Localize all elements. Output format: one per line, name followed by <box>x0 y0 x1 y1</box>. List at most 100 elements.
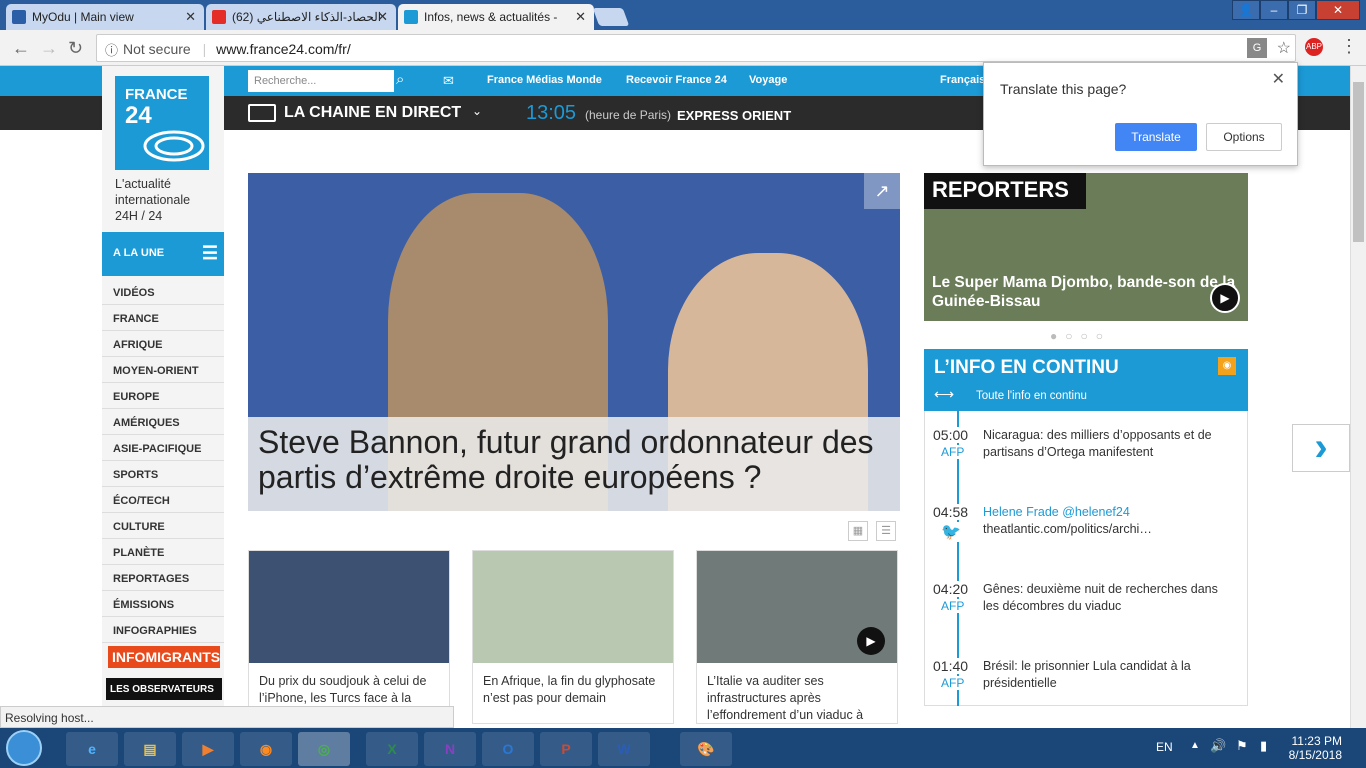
feed-text[interactable]: Helene Frade @helenef24 <box>983 504 1235 521</box>
infomigrants-logo[interactable]: INFOMIGRANTS <box>108 646 220 668</box>
translate-button[interactable]: Translate <box>1115 123 1197 151</box>
rss-icon[interactable]: ◉ <box>1218 357 1236 375</box>
list-view-icon[interactable]: ☰ <box>876 521 896 541</box>
sidebar-menu-item[interactable]: SPORTS <box>102 461 224 487</box>
share-icon[interactable]: ↗ <box>864 173 900 209</box>
sidebar-menu-item[interactable]: MOYEN-ORIENT <box>102 357 224 383</box>
mail-icon[interactable]: ✉ <box>443 73 454 89</box>
link-francais[interactable]: Français <box>940 74 985 86</box>
news-feed: 05:00 AFP Nicaragua: des milliers d’oppo… <box>924 411 1248 706</box>
tray-up-icon[interactable]: ▲ <box>1190 740 1200 751</box>
program-name[interactable]: EXPRESS ORIENT <box>677 108 791 123</box>
sidebar-menu-item[interactable]: ÉMISSIONS <box>102 591 224 617</box>
search-icon[interactable]: ⌕ <box>396 71 404 88</box>
info-continu-link[interactable]: Toute l'info en continu <box>976 390 1087 402</box>
twitter-icon: 🐦 <box>941 522 961 542</box>
ie-icon[interactable]: e <box>66 732 118 766</box>
clock[interactable]: 11:23 PM 8/15/2018 <box>1282 734 1342 762</box>
grid-view-icon[interactable]: ▦ <box>848 521 868 541</box>
firefox-icon[interactable]: ◉ <box>240 732 292 766</box>
outlook-icon[interactable]: O <box>482 732 534 766</box>
start-button[interactable] <box>6 730 42 766</box>
feed-text[interactable]: Nicaragua: des milliers d’opposants et d… <box>983 427 1235 461</box>
link-france-medias-monde[interactable]: France Médias Monde <box>487 74 602 86</box>
article-card[interactable]: Du prix du soudjouk à celui de l’iPhone,… <box>248 550 450 724</box>
excel-icon[interactable]: X <box>366 732 418 766</box>
article-title[interactable]: En Afrique, la fin du glyphosate n’est p… <box>473 663 673 707</box>
tab-myodu[interactable]: MyOdu | Main view ✕ <box>6 4 204 30</box>
chevron-down-icon[interactable]: ⌄ <box>472 104 482 118</box>
feed-text[interactable]: Brésil: le prisonnier Lula candidat à la… <box>983 658 1235 692</box>
close-icon[interactable]: ✕ <box>1272 69 1285 89</box>
article-title[interactable]: L’Italie va auditer ses infrastructures … <box>697 663 897 724</box>
sidebar-menu-item[interactable]: VIDÉOS <box>102 279 224 305</box>
next-arrow-button[interactable]: › <box>1292 424 1350 472</box>
hero-title[interactable]: Steve Bannon, futur grand ordonnateur de… <box>248 417 900 511</box>
close-tab-icon[interactable]: ✕ <box>185 9 196 25</box>
forward-arrow-icon[interactable]: → <box>40 38 58 59</box>
play-icon[interactable]: ▶ <box>1210 283 1240 313</box>
address-bar[interactable]: ⓘ Not secure | www.france24.com/fr/ G ☆ <box>96 34 1296 62</box>
media-player-icon[interactable]: ▶ <box>182 732 234 766</box>
explorer-icon[interactable]: ▤ <box>124 732 176 766</box>
article-card[interactable]: En Afrique, la fin du glyphosate n’est p… <box>472 550 674 724</box>
new-tab-button[interactable] <box>592 8 630 26</box>
tab-france24[interactable]: Infos, news & actualités - ✕ <box>398 4 594 30</box>
browser-toolbar: ← → ↻ ⓘ Not secure | www.france24.com/fr… <box>0 30 1366 66</box>
sidebar-menu-item[interactable]: EUROPE <box>102 383 224 409</box>
close-tab-icon[interactable]: ✕ <box>377 9 388 25</box>
translate-question: Translate this page? <box>1000 81 1127 97</box>
back-arrow-icon[interactable]: ← <box>12 38 30 59</box>
hero-article[interactable]: ↗ Steve Bannon, futur grand ordonnateur … <box>248 173 900 511</box>
minimize-button[interactable]: – <box>1260 0 1288 20</box>
observateurs-logo[interactable]: LES OBSERVATEURS <box>106 678 222 700</box>
sidebar-menu-item[interactable]: PLANÈTE <box>102 539 224 565</box>
carousel-dots[interactable]: ●○○○ <box>1050 329 1111 343</box>
sidebar-menu-item[interactable]: AMÉRIQUES <box>102 409 224 435</box>
sidebar-menu-item[interactable]: CULTURE <box>102 513 224 539</box>
scrollbar-thumb[interactable] <box>1353 82 1364 242</box>
powerpoint-icon[interactable]: P <box>540 732 592 766</box>
word-icon[interactable]: W <box>598 732 650 766</box>
link-recevoir-france24[interactable]: Recevoir France 24 <box>626 74 727 86</box>
reload-icon[interactable]: ↻ <box>68 38 83 59</box>
network-icon[interactable]: ▮ <box>1260 738 1267 754</box>
sidebar-menu-item[interactable]: FRANCE <box>102 305 224 331</box>
translate-icon[interactable]: G <box>1247 38 1267 58</box>
close-window-button[interactable]: ✕ <box>1316 0 1360 20</box>
play-icon[interactable]: ▶ <box>857 627 885 655</box>
hamburger-icon[interactable]: ☰ <box>202 243 218 264</box>
sidebar-menu-item[interactable]: ASIE-PACIFIQUE <box>102 435 224 461</box>
chrome-icon[interactable]: ◎ <box>298 732 350 766</box>
reporters-feature[interactable]: REPORTERS Le Super Mama Djombo, bande-so… <box>924 173 1248 321</box>
sidebar-menu-item[interactable]: AFRIQUE <box>102 331 224 357</box>
a-la-une-button[interactable]: A LA UNE ☰ <box>102 232 224 276</box>
article-card[interactable]: ▶ L’Italie va auditer ses infrastructure… <box>696 550 898 724</box>
paint-icon[interactable]: 🎨 <box>680 732 732 766</box>
article-title[interactable]: Du prix du soudjouk à celui de l’iPhone,… <box>249 663 449 707</box>
feed-text[interactable]: theatlantic.com/politics/archi… <box>983 521 1235 538</box>
tab-youtube[interactable]: (62) الحصاد-الذكاء الاصطناعي ✕ <box>206 4 396 30</box>
france24-logo[interactable]: FRANCE 24 <box>115 76 209 170</box>
sidebar-menu-item[interactable]: REPORTAGES <box>102 565 224 591</box>
live-channel-link[interactable]: LA CHAINE EN DIRECT <box>284 104 461 122</box>
menu-icon[interactable]: ⋮ <box>1340 36 1358 57</box>
language-indicator[interactable]: EN <box>1156 740 1173 754</box>
options-button[interactable]: Options <box>1206 123 1282 151</box>
user-icon[interactable]: 👤 <box>1232 0 1260 20</box>
sidebar-menu-item[interactable]: INFOGRAPHIES <box>102 617 224 643</box>
onenote-icon[interactable]: N <box>424 732 476 766</box>
star-icon[interactable]: ☆ <box>1277 38 1291 58</box>
reporters-caption[interactable]: Le Super Mama Djombo, bande-son de la Gu… <box>932 273 1248 311</box>
flag-icon[interactable]: ⚑ <box>1236 738 1248 754</box>
feed-text[interactable]: Gênes: deuxième nuit de recherches dans … <box>983 581 1235 615</box>
volume-icon[interactable]: 🔊 <box>1210 738 1226 754</box>
sidebar-menu-item[interactable]: ÉCO/TECH <box>102 487 224 513</box>
info-icon[interactable]: ⓘ <box>105 40 118 59</box>
link-voyage[interactable]: Voyage <box>749 74 787 86</box>
close-tab-icon[interactable]: ✕ <box>575 9 586 25</box>
adblock-icon[interactable]: ABP <box>1305 38 1323 56</box>
search-input[interactable]: Recherche... <box>248 70 394 92</box>
maximize-button[interactable]: ❐ <box>1288 0 1316 20</box>
scrollbar[interactable] <box>1350 66 1366 728</box>
